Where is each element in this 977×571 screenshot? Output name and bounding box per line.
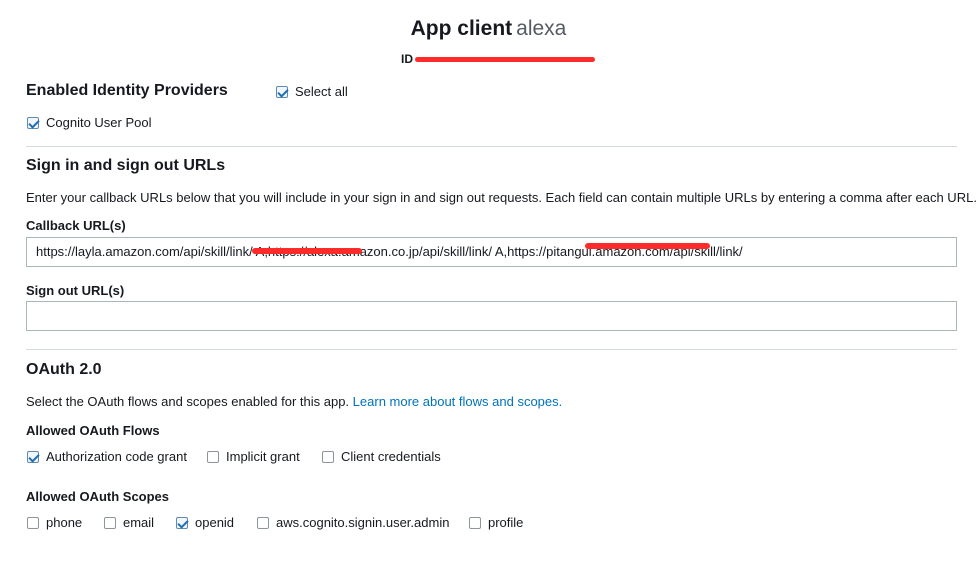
callback-urls-input[interactable]: https://layla.amazon.com/api/skill/link/… <box>26 237 957 267</box>
flow-implicit-grant-label: Implicit grant <box>226 449 300 464</box>
scope-email-checkbox[interactable]: email <box>104 515 154 530</box>
signout-urls-input[interactable] <box>26 301 957 331</box>
page-title: App client alexa <box>0 17 977 41</box>
scope-openid-check-icon[interactable] <box>176 516 188 529</box>
oauth-scopes-label: Allowed OAuth Scopes <box>26 489 170 504</box>
section-divider <box>26 349 957 350</box>
flow-client-credentials-label: Client credentials <box>341 449 441 464</box>
learn-more-link[interactable]: Learn more about flows and scopes. <box>353 394 563 409</box>
urls-heading: Sign in and sign out URLs <box>26 157 226 174</box>
section-divider <box>26 146 957 147</box>
client-name: alexa <box>516 17 567 40</box>
flow-authorization-code-checkbox[interactable]: Authorization code grant <box>27 449 187 464</box>
redaction-mark <box>585 243 710 249</box>
redaction-mark <box>415 57 595 62</box>
scope-email-label: email <box>123 515 155 530</box>
scope-email-check-icon[interactable] <box>104 516 116 529</box>
flow-authorization-code-label: Authorization code grant <box>46 449 187 464</box>
scope-aws-cognito-admin-checkbox[interactable]: aws.cognito.signin.user.admin <box>257 515 449 530</box>
urls-description: Enter your callback URLs below that you … <box>26 190 977 205</box>
oauth-description: Select the OAuth flows and scopes enable… <box>26 394 562 409</box>
cognito-user-pool-checkbox[interactable]: Cognito User Pool <box>27 115 152 130</box>
scope-profile-checkbox[interactable]: profile <box>469 515 523 530</box>
client-id-label: ID <box>401 52 413 66</box>
oauth-heading: OAuth 2.0 <box>26 361 102 378</box>
flow-client-credentials-check-icon[interactable] <box>322 450 334 463</box>
select-all-checkbox[interactable]: Select all <box>276 84 348 99</box>
oauth-description-text: Select the OAuth flows and scopes enable… <box>26 394 350 409</box>
cognito-user-pool-label: Cognito User Pool <box>46 115 152 130</box>
scope-aws-cognito-admin-check-icon[interactable] <box>257 516 269 529</box>
scope-openid-label: openid <box>195 515 235 530</box>
scope-openid-checkbox[interactable]: openid <box>176 515 234 530</box>
identity-providers-heading: Enabled Identity Providers <box>26 82 228 99</box>
scope-profile-check-icon[interactable] <box>469 516 481 529</box>
scope-aws-cognito-admin-label: aws.cognito.signin.user.admin <box>276 515 450 530</box>
select-all-label: Select all <box>295 84 348 99</box>
cognito-user-pool-check-icon[interactable] <box>27 116 39 129</box>
redaction-mark <box>252 248 362 254</box>
title-main: App client <box>410 17 513 40</box>
callback-urls-label: Callback URL(s) <box>26 218 126 233</box>
flow-authorization-code-check-icon[interactable] <box>27 450 39 463</box>
scope-phone-check-icon[interactable] <box>27 516 39 529</box>
scope-phone-checkbox[interactable]: phone <box>27 515 82 530</box>
oauth-flows-label: Allowed OAuth Flows <box>26 423 160 438</box>
flow-implicit-grant-checkbox[interactable]: Implicit grant <box>207 449 300 464</box>
flow-client-credentials-checkbox[interactable]: Client credentials <box>322 449 441 464</box>
flow-implicit-grant-check-icon[interactable] <box>207 450 219 463</box>
scope-profile-label: profile <box>488 515 524 530</box>
select-all-check-icon[interactable] <box>276 85 288 98</box>
scope-phone-label: phone <box>46 515 83 530</box>
signout-urls-label: Sign out URL(s) <box>26 283 125 298</box>
